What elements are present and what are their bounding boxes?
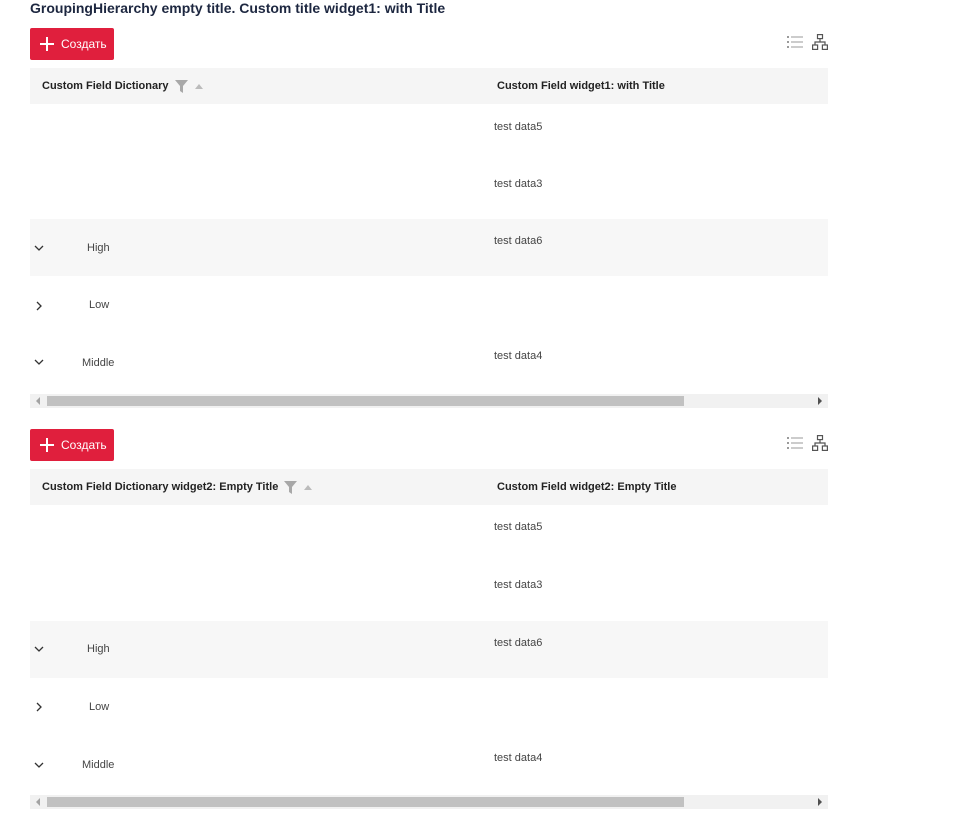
chevron-right-icon[interactable] — [33, 701, 45, 713]
column-header-custom-field[interactable]: Custom Field widget2: Empty Title — [497, 469, 676, 505]
chevron-down-icon[interactable] — [33, 356, 45, 368]
column-header-dictionary[interactable]: Custom Field Dictionary — [42, 68, 203, 104]
scroll-right-arrow[interactable] — [818, 798, 822, 806]
sort-ascending-icon[interactable] — [304, 484, 313, 490]
data-table: Custom Field Dictionary Custom Field wid… — [30, 68, 828, 392]
table-body: test data5 test data3 High test data6 Lo… — [30, 505, 828, 793]
table-row[interactable]: test data5 — [30, 505, 828, 562]
create-button[interactable]: Создать — [30, 429, 114, 461]
column-header-custom-field[interactable]: Custom Field widget1: with Title — [497, 68, 665, 104]
column-header-label: Custom Field widget2: Empty Title — [497, 481, 677, 493]
group-row-middle[interactable]: Middle test data4 — [30, 736, 828, 793]
chevron-right-icon[interactable] — [33, 300, 45, 312]
group-label: Low — [89, 299, 110, 311]
group-row-middle[interactable]: Middle test data4 — [30, 334, 828, 391]
cell-value: test data4 — [494, 752, 543, 764]
group-label: High — [87, 242, 110, 254]
chevron-down-icon[interactable] — [33, 242, 45, 254]
group-label: High — [87, 643, 110, 655]
table-header: Custom Field Dictionary widget2: Empty T… — [30, 469, 828, 505]
column-header-label: Custom Field Dictionary — [42, 80, 169, 92]
cell-value: test data5 — [494, 521, 543, 533]
plus-icon — [40, 438, 54, 452]
column-header-label: Custom Field widget1: with Title — [497, 80, 665, 92]
table-row[interactable]: test data3 — [30, 161, 828, 218]
filter-icon[interactable] — [284, 480, 298, 494]
cell-value: test data5 — [494, 121, 543, 133]
cell-value: test data3 — [494, 178, 543, 190]
group-row-high[interactable]: High test data6 — [30, 621, 828, 678]
cell-value: test data6 — [494, 235, 543, 247]
hierarchy-view-icon[interactable] — [812, 34, 828, 50]
column-header-label: Custom Field Dictionary widget2: Empty T… — [42, 481, 279, 493]
cell-value: test data4 — [494, 350, 543, 362]
table-body: test data5 test data3 High test data6 Lo… — [30, 104, 828, 392]
group-label: Middle — [82, 357, 115, 369]
scrollbar-thumb[interactable] — [47, 797, 684, 807]
group-row-low[interactable]: Low — [30, 276, 828, 333]
sort-ascending-icon[interactable] — [194, 83, 203, 89]
filter-icon[interactable] — [174, 79, 188, 93]
scroll-left-arrow[interactable] — [36, 798, 40, 806]
scroll-left-arrow[interactable] — [36, 397, 40, 405]
chevron-down-icon[interactable] — [33, 759, 45, 771]
cell-value: test data3 — [494, 579, 543, 591]
create-button[interactable]: Создать — [30, 28, 114, 60]
horizontal-scrollbar[interactable] — [30, 394, 828, 408]
column-header-dictionary[interactable]: Custom Field Dictionary widget2: Empty T… — [42, 469, 313, 505]
horizontal-scrollbar[interactable] — [30, 795, 828, 809]
list-view-icon[interactable] — [787, 435, 803, 451]
group-label: Low — [89, 701, 110, 713]
group-row-low[interactable]: Low — [30, 678, 828, 735]
view-switcher — [787, 435, 828, 451]
group-row-high[interactable]: High test data6 — [30, 219, 828, 276]
grid-widget-1: Создать Custom Field Dictionary Custom F… — [30, 28, 828, 410]
create-button-label: Создать — [61, 438, 107, 452]
table-row[interactable]: test data5 — [30, 104, 828, 161]
view-switcher — [787, 34, 828, 50]
chevron-down-icon[interactable] — [33, 643, 45, 655]
create-button-label: Создать — [61, 37, 107, 51]
grid-widget-2: Создать Custom Field Dictionary widget2:… — [30, 429, 828, 811]
list-view-icon[interactable] — [787, 34, 803, 50]
group-label: Middle — [82, 759, 115, 771]
plus-icon — [40, 37, 54, 51]
cell-value: test data6 — [494, 637, 543, 649]
hierarchy-view-icon[interactable] — [812, 435, 828, 451]
page-title: GroupingHierarchy empty title. Custom ti… — [30, 0, 446, 16]
scrollbar-thumb[interactable] — [47, 396, 684, 406]
scroll-right-arrow[interactable] — [818, 397, 822, 405]
data-table: Custom Field Dictionary widget2: Empty T… — [30, 469, 828, 793]
table-row[interactable]: test data3 — [30, 562, 828, 619]
table-header: Custom Field Dictionary Custom Field wid… — [30, 68, 828, 104]
